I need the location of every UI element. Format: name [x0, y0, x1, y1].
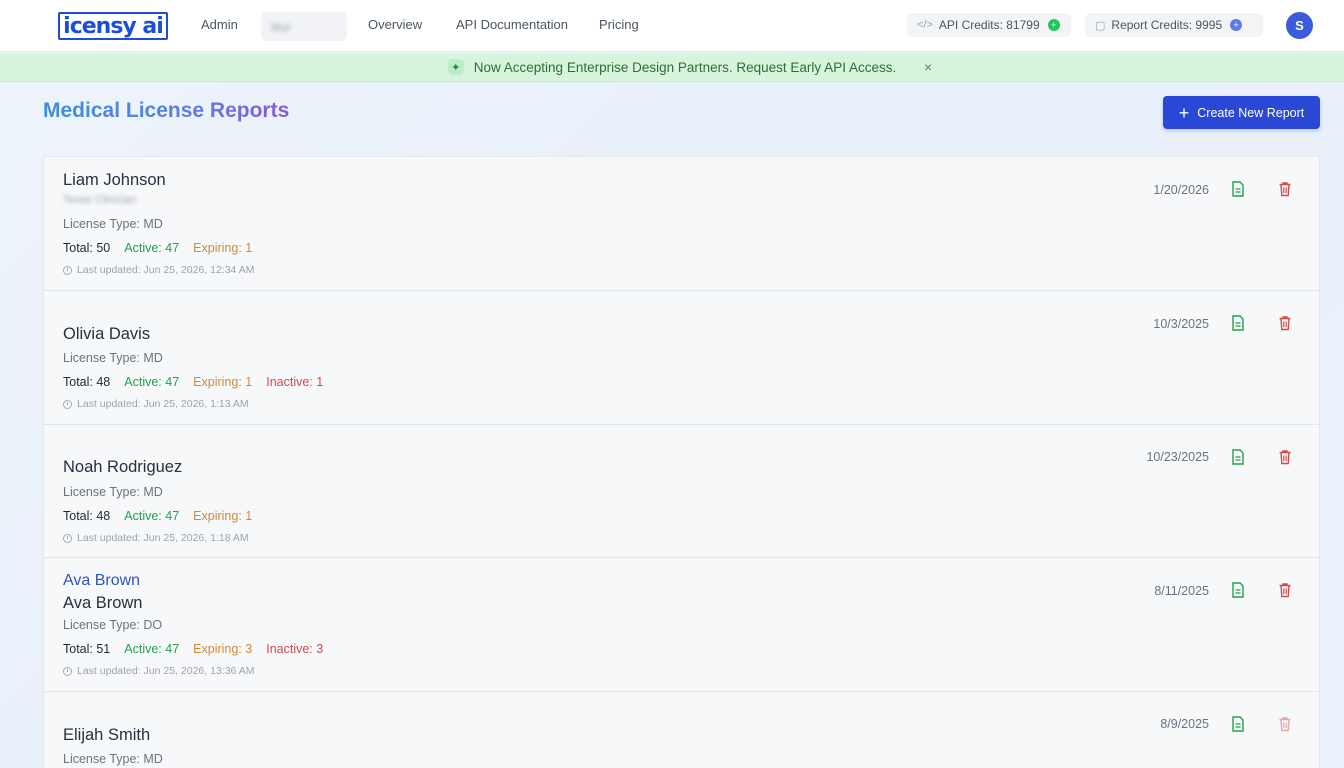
- last-updated: Last updated: Jun 25, 2026, 1:18 AM: [63, 532, 249, 544]
- delete-report-icon[interactable]: [1278, 315, 1292, 331]
- nav-api-documentation[interactable]: API Documentation: [456, 17, 568, 32]
- last-updated: Last updated: Jun 25, 2026, 13:36 AM: [63, 665, 254, 677]
- stat-expiring: Expiring: 1: [193, 241, 253, 255]
- last-updated: Last updated: Jun 25, 2026, 1:13 AM: [63, 398, 249, 410]
- code-icon: </>: [917, 19, 933, 31]
- report-name[interactable]: Olivia Davis: [63, 325, 150, 344]
- license-stats: Total: 50 Active: 47 Expiring: 1: [63, 241, 266, 255]
- stat-expiring: Expiring: 1: [193, 509, 253, 523]
- license-type: License Type: MD: [63, 351, 163, 365]
- report-credits-pill[interactable]: ▢ Report Credits: 9995 +: [1085, 13, 1263, 37]
- plus-icon: +: [1178, 102, 1190, 123]
- nav-admin[interactable]: Admin: [201, 17, 238, 32]
- license-stats: Total: 48 Active: 47 Expiring: 1 Inactiv…: [63, 375, 323, 389]
- nav-pricing[interactable]: Pricing: [599, 17, 639, 32]
- license-stats: Total: 51 Active: 47 Expiring: 3 Inactiv…: [63, 642, 323, 656]
- license-stats: Total: 48 Active: 47 Expiring: 1: [63, 509, 266, 523]
- report-date: 1/20/2026: [1153, 183, 1209, 197]
- stat-inactive: Inactive: 3: [266, 642, 324, 656]
- report-name[interactable]: Noah Rodriguez: [63, 458, 182, 477]
- stat-active: Active: 47: [124, 509, 180, 523]
- api-credits-pill[interactable]: </> API Credits: 81799 +: [907, 13, 1071, 37]
- stat-total: Total: 51: [63, 642, 111, 656]
- stat-active: Active: 47: [124, 642, 180, 656]
- stat-inactive: Inactive: 1: [266, 375, 324, 389]
- report-date: 8/9/2025: [1160, 717, 1209, 731]
- top-navigation: icensy ai Admin blur Overview API Docume…: [0, 0, 1344, 52]
- stat-active: Active: 47: [124, 375, 180, 389]
- add-report-credits-icon[interactable]: +: [1230, 19, 1243, 31]
- stat-total: Total: 50: [63, 241, 111, 255]
- page-title: Medical License Reports: [43, 99, 290, 122]
- nav-blurred-item[interactable]: blur: [261, 12, 347, 41]
- report-card[interactable]: Noah Rodriguez License Type: MD Total: 4…: [44, 425, 1319, 558]
- nav-overview[interactable]: Overview: [368, 17, 422, 32]
- last-updated-text: Last updated: Jun 25, 2026, 1:13 AM: [77, 398, 249, 410]
- sparkle-icon: ✦: [447, 59, 464, 75]
- report-name[interactable]: Ava Brown: [63, 594, 143, 613]
- license-type: License Type: MD: [63, 217, 163, 231]
- delete-report-icon[interactable]: [1278, 716, 1292, 732]
- stat-active: Active: 47: [124, 241, 180, 255]
- stat-expiring: Expiring: 1: [193, 375, 253, 389]
- create-new-report-button[interactable]: + Create New Report: [1163, 96, 1320, 129]
- stat-total: Total: 48: [63, 375, 111, 389]
- create-new-report-label: Create New Report: [1197, 105, 1305, 120]
- report-name[interactable]: Elijah Smith: [63, 726, 150, 745]
- last-updated-text: Last updated: Jun 25, 2026, 13:36 AM: [77, 665, 255, 677]
- view-report-icon[interactable]: [1231, 716, 1245, 732]
- report-subtitle-blurred: Texas Clinician: [63, 194, 137, 206]
- banner-message[interactable]: Now Accepting Enterprise Design Partners…: [474, 60, 896, 75]
- document-icon: ▢: [1095, 19, 1106, 32]
- report-date: 8/11/2025: [1154, 584, 1209, 598]
- stat-total: Total: 48: [63, 509, 111, 523]
- report-card[interactable]: Ava Brown Ava Brown License Type: DO Tot…: [44, 558, 1319, 692]
- user-avatar[interactable]: S: [1286, 12, 1313, 39]
- view-report-icon[interactable]: [1231, 449, 1245, 465]
- license-type: License Type: MD: [63, 752, 163, 766]
- delete-report-icon[interactable]: [1278, 449, 1292, 465]
- delete-report-icon[interactable]: [1278, 582, 1292, 598]
- view-report-icon[interactable]: [1231, 582, 1245, 598]
- add-credits-icon[interactable]: +: [1047, 19, 1060, 31]
- clock-icon: [63, 533, 72, 543]
- license-type: License Type: MD: [63, 485, 163, 499]
- view-report-icon[interactable]: [1231, 315, 1245, 331]
- report-date: 10/3/2025: [1153, 317, 1209, 331]
- report-card[interactable]: Elijah Smith License Type: MD 8/9/2025: [44, 692, 1319, 768]
- stat-expiring: Expiring: 3: [193, 642, 253, 656]
- clock-icon: [63, 666, 72, 676]
- report-card[interactable]: Olivia Davis License Type: MD Total: 48 …: [44, 291, 1319, 425]
- delete-report-icon[interactable]: [1278, 181, 1292, 197]
- license-type: License Type: DO: [63, 618, 163, 632]
- report-name[interactable]: Liam Johnson: [63, 171, 166, 190]
- clock-icon: [63, 399, 72, 409]
- announcement-banner: ✦ Now Accepting Enterprise Design Partne…: [0, 53, 1344, 82]
- api-credits-label: API Credits: 81799: [938, 18, 1040, 32]
- report-name-link[interactable]: Ava Brown: [63, 572, 140, 590]
- report-credits-label: Report Credits: 9995: [1111, 18, 1223, 32]
- last-updated-text: Last updated: Jun 25, 2026, 12:34 AM: [77, 264, 255, 276]
- brand-logo[interactable]: icensy ai: [58, 12, 168, 40]
- view-report-icon[interactable]: [1231, 181, 1245, 197]
- reports-list: Liam Johnson Texas Clinician License Typ…: [43, 156, 1320, 768]
- report-date: 10/23/2025: [1146, 450, 1209, 464]
- close-icon[interactable]: ×: [924, 59, 932, 75]
- last-updated: Last updated: Jun 25, 2026, 12:34 AM: [63, 264, 254, 276]
- last-updated-text: Last updated: Jun 25, 2026, 1:18 AM: [77, 532, 249, 544]
- report-card[interactable]: Liam Johnson Texas Clinician License Typ…: [44, 157, 1319, 291]
- clock-icon: [63, 265, 72, 275]
